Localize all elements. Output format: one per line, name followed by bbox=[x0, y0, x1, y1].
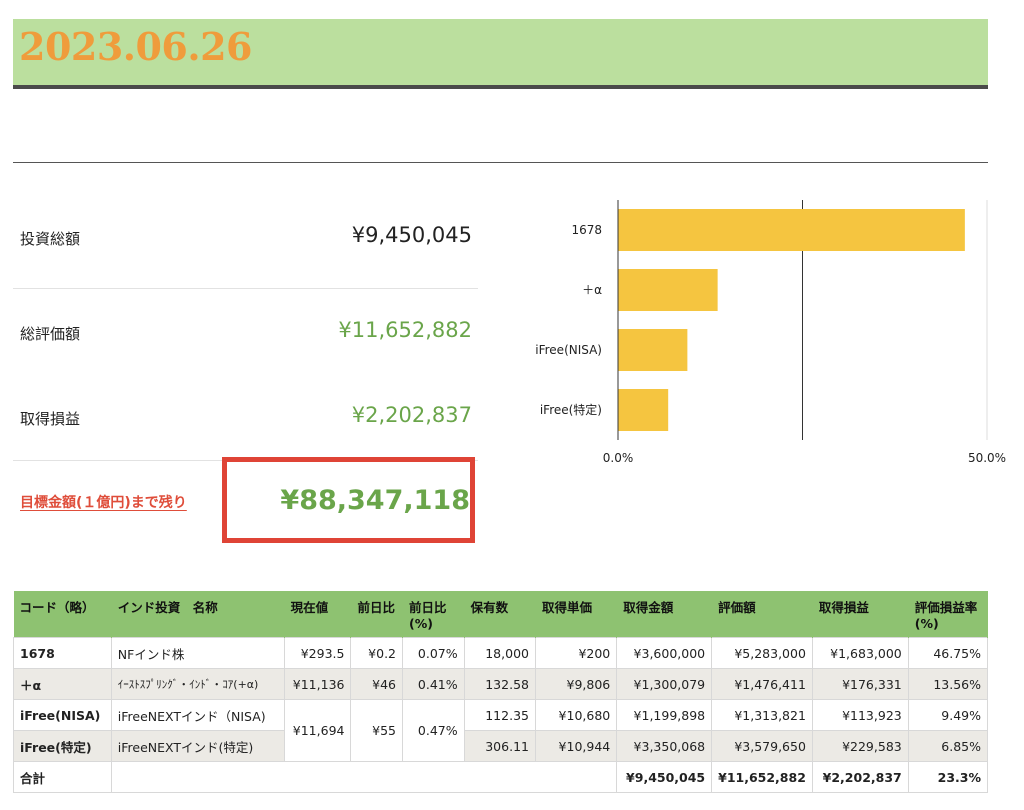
cell-total-value: ¥11,652,882 bbox=[711, 761, 813, 793]
cell-value: ¥5,283,000 bbox=[711, 637, 813, 669]
table-row: iFree(特定) iFreeNEXTインド(特定) 306.11 ¥10,94… bbox=[13, 730, 989, 762]
cell-gain: ¥1,683,000 bbox=[811, 637, 909, 669]
cell-diff-shared: ¥55 bbox=[350, 699, 404, 762]
goal-remaining-label: 目標金額(１億円)まで残り bbox=[20, 495, 187, 511]
cell-total-label: 合計 bbox=[13, 761, 112, 793]
cell-diff: ¥46 bbox=[350, 668, 404, 700]
cell-code: 1678 bbox=[13, 637, 112, 669]
cell-name: iFreeNEXTインド（NISA) bbox=[110, 699, 285, 731]
table-total-row: 合計 ¥9,450,045 ¥11,652,882 ¥2,202,837 23.… bbox=[13, 761, 989, 793]
col-header: 前日比 bbox=[350, 591, 404, 638]
cell-total-blank bbox=[110, 761, 618, 793]
summary-divider bbox=[13, 288, 478, 289]
cell-name: iFreeNEXTインド(特定) bbox=[110, 730, 285, 762]
cell-qty: 112.35 bbox=[463, 699, 536, 731]
cell-cost: ¥1,199,898 bbox=[616, 699, 713, 731]
chart-bar bbox=[618, 209, 965, 251]
cell-total-gain-pct: 23.3% bbox=[907, 761, 989, 793]
cell-cost: ¥3,600,000 bbox=[616, 637, 713, 669]
cell-price-shared: ¥11,694 bbox=[283, 699, 352, 762]
goal-remaining-value: ¥88,347,118 bbox=[280, 485, 470, 516]
cell-name: ｲｰｽﾄｽﾌﾟﾘﾝｸﾞ・ｲﾝﾄﾞ・ｺｱ(+α) bbox=[110, 668, 285, 700]
page-date: 2023.06.26 bbox=[19, 24, 252, 69]
col-header: 評価額 bbox=[711, 591, 813, 638]
table-row: 1678 NFインド株 ¥293.5 ¥0.2 0.07% 18,000 ¥20… bbox=[13, 637, 989, 669]
cell-diff-pct-shared: 0.47% bbox=[402, 699, 465, 762]
header-underline bbox=[13, 85, 988, 89]
table-header-row: コード（略） インド投資 名称 現在値 前日比 前日比 (%) 保有数 取得単価… bbox=[13, 591, 989, 638]
cell-price: ¥293.5 bbox=[283, 637, 352, 669]
cell-price: ¥11,136 bbox=[283, 668, 352, 700]
col-header: 現在値 bbox=[284, 591, 352, 638]
cell-unit-cost: ¥9,806 bbox=[534, 668, 618, 700]
cell-total-cost: ¥9,450,045 bbox=[616, 761, 713, 793]
allocation-bar-chart: 1678 ＋α iFree(NISA) iFree(特定) 0.0% 50.0% bbox=[535, 200, 1006, 465]
cell-unit-cost: ¥10,680 bbox=[534, 699, 618, 731]
cell-value: ¥3,579,650 bbox=[711, 730, 813, 762]
col-header: 評価損益率 (%) bbox=[908, 591, 989, 638]
cell-code: iFree(特定) bbox=[13, 730, 112, 762]
cell-name: NFインド株 bbox=[110, 637, 285, 669]
eval-total-label: 総評価額 bbox=[20, 325, 81, 343]
cell-value: ¥1,476,411 bbox=[711, 668, 813, 700]
col-header: 取得単価 bbox=[535, 591, 618, 638]
cell-gain-pct: 46.75% bbox=[907, 637, 989, 669]
cell-diff-pct: 0.07% bbox=[402, 637, 465, 669]
chart-tick-label: 0.0% bbox=[603, 451, 634, 465]
col-header: 前日比 (%) bbox=[402, 591, 465, 638]
cell-total-gain: ¥2,202,837 bbox=[811, 761, 909, 793]
chart-category-label: iFree(NISA) bbox=[535, 343, 602, 357]
col-header: コード（略） bbox=[13, 591, 112, 638]
cell-qty: 306.11 bbox=[463, 730, 536, 762]
cell-qty: 18,000 bbox=[463, 637, 536, 669]
holdings-table: コード（略） インド投資 名称 現在値 前日比 前日比 (%) 保有数 取得単価… bbox=[13, 591, 989, 793]
cell-unit-cost: ¥10,944 bbox=[534, 730, 618, 762]
chart-tick-label: 50.0% bbox=[968, 451, 1006, 465]
invest-total-value: ¥9,450,045 bbox=[351, 223, 472, 247]
gain-label: 取得損益 bbox=[20, 410, 81, 428]
col-header: 取得金額 bbox=[616, 591, 713, 638]
col-header: 保有数 bbox=[464, 591, 536, 638]
eval-total-value: ¥11,652,882 bbox=[338, 318, 472, 342]
cell-cost: ¥1,300,079 bbox=[616, 668, 713, 700]
chart-bar bbox=[618, 269, 718, 311]
cell-gain: ¥229,583 bbox=[811, 730, 909, 762]
chart-category-label: ＋α bbox=[582, 283, 602, 297]
invest-total-label: 投資総額 bbox=[20, 230, 81, 248]
cell-unit-cost: ¥200 bbox=[534, 637, 618, 669]
table-row: iFree(NISA) iFreeNEXTインド（NISA) ¥11,694 ¥… bbox=[13, 699, 989, 762]
col-header: インド投資 名称 bbox=[111, 591, 285, 638]
section-divider bbox=[13, 162, 988, 163]
cell-code: iFree(NISA) bbox=[13, 699, 112, 731]
chart-category-label: iFree(特定) bbox=[540, 402, 602, 417]
cell-diff: ¥0.2 bbox=[350, 637, 404, 669]
col-header: 取得損益 bbox=[812, 591, 909, 638]
cell-value: ¥1,313,821 bbox=[711, 699, 813, 731]
cell-cost: ¥3,350,068 bbox=[616, 730, 713, 762]
cell-gain-pct: 9.49% bbox=[907, 699, 989, 731]
cell-code: ＋α bbox=[13, 668, 112, 700]
cell-gain-pct: 6.85% bbox=[907, 730, 989, 762]
cell-diff-pct: 0.41% bbox=[402, 668, 465, 700]
table-row: ＋α ｲｰｽﾄｽﾌﾟﾘﾝｸﾞ・ｲﾝﾄﾞ・ｺｱ(+α) ¥11,136 ¥46 0… bbox=[13, 668, 989, 700]
chart-category-label: 1678 bbox=[571, 223, 602, 237]
gain-value: ¥2,202,837 bbox=[351, 403, 472, 427]
chart-bar bbox=[618, 389, 669, 431]
chart-bar bbox=[618, 329, 688, 371]
cell-qty: 132.58 bbox=[463, 668, 536, 700]
cell-gain: ¥113,923 bbox=[811, 699, 909, 731]
cell-gain-pct: 13.56% bbox=[907, 668, 989, 700]
cell-gain: ¥176,331 bbox=[811, 668, 909, 700]
